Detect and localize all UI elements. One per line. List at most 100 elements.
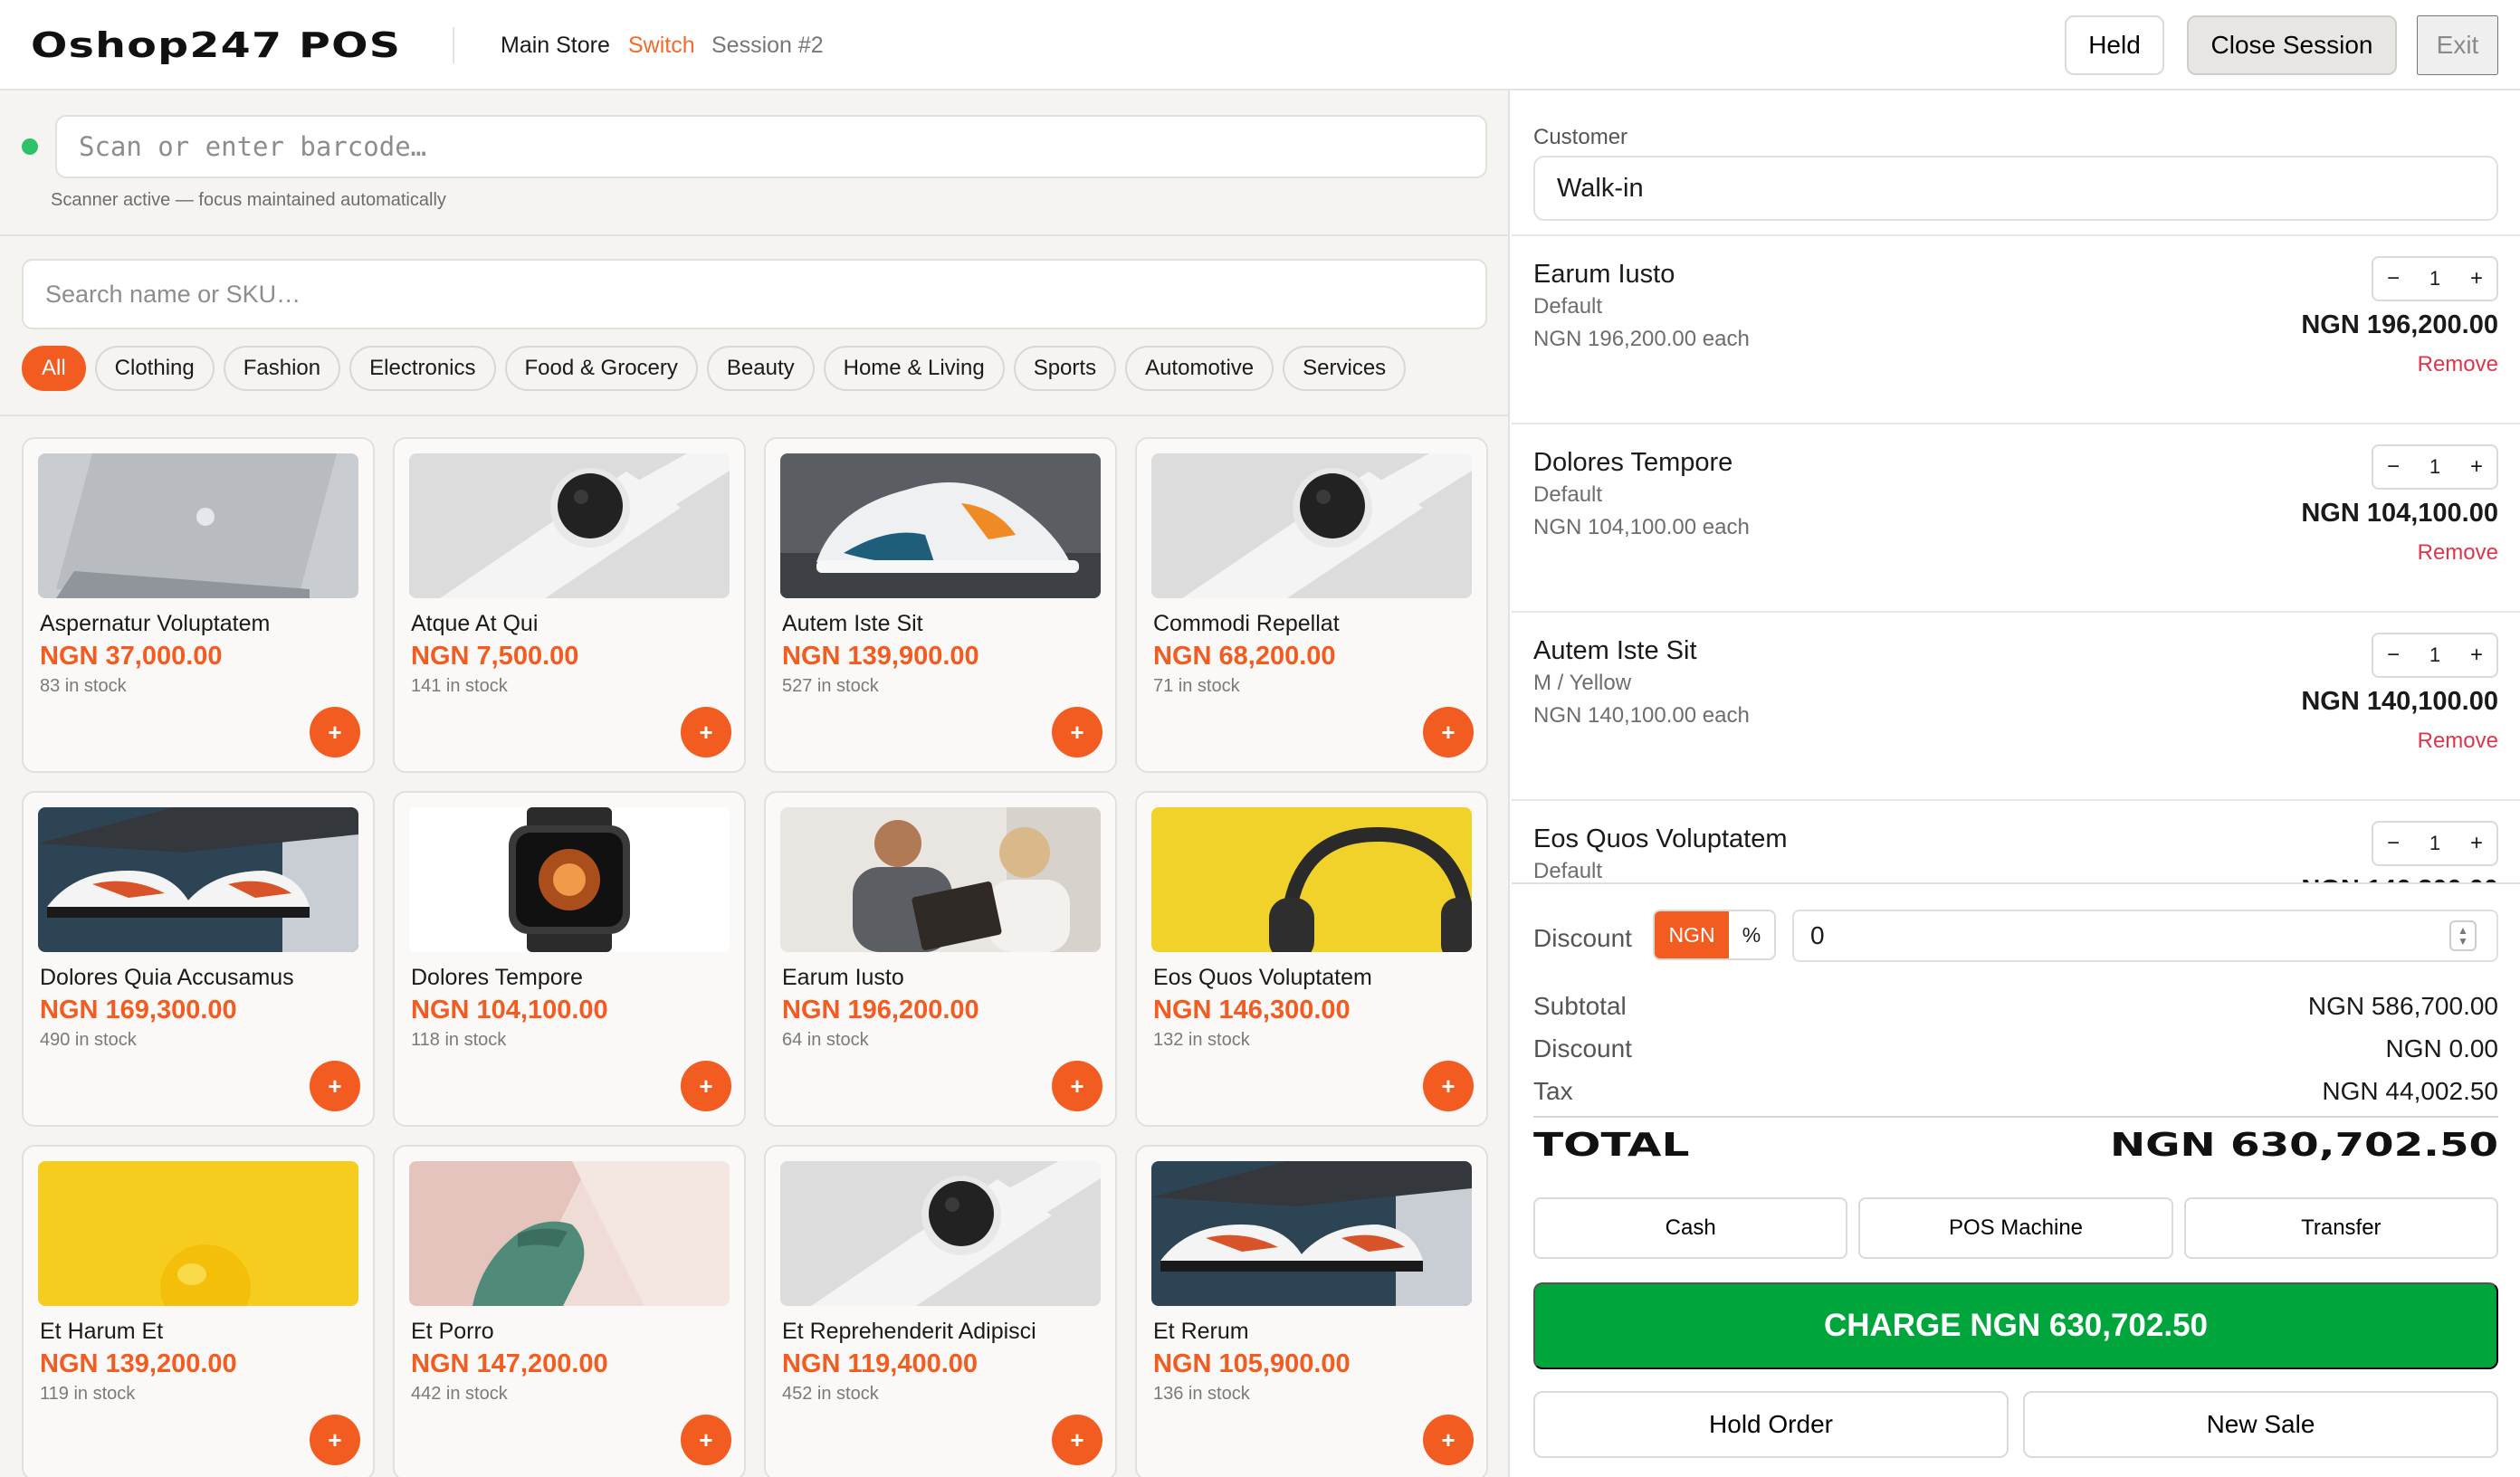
remove-item-button[interactable]: Remove xyxy=(2418,729,2498,754)
decrease-quantity-button[interactable]: − xyxy=(2373,446,2413,488)
add-to-cart-button[interactable]: + xyxy=(310,1061,360,1111)
product-card[interactable]: Dolores Quia Accusamus NGN 169,300.00 490 … xyxy=(22,791,375,1127)
product-search-input[interactable] xyxy=(22,259,1487,329)
add-to-cart-button[interactable]: + xyxy=(310,707,360,758)
product-panel: Scanner active — focus maintained automa… xyxy=(0,91,1510,1477)
plus-icon: + xyxy=(1070,1425,1084,1453)
subtotal-row: Subtotal NGN 586,700.00 xyxy=(1533,992,2498,1021)
add-to-cart-button[interactable]: + xyxy=(1423,707,1474,758)
category-chip-beauty[interactable]: Beauty xyxy=(706,346,815,391)
product-card[interactable]: Et Reprehenderit Adipisci NGN 119,400.00 4… xyxy=(764,1145,1117,1477)
close-session-button[interactable]: Close Session xyxy=(2187,15,2397,75)
barcode-input[interactable] xyxy=(55,115,1487,178)
plus-icon: + xyxy=(1070,1072,1084,1100)
increase-quantity-button[interactable]: + xyxy=(2457,634,2496,676)
held-orders-button[interactable]: Held xyxy=(2065,15,2164,75)
plus-icon: + xyxy=(328,718,342,746)
add-to-cart-button[interactable]: + xyxy=(1423,1415,1474,1465)
category-chip-home-living[interactable]: Home & Living xyxy=(823,346,1005,391)
discount-input[interactable] xyxy=(1792,910,2498,962)
add-to-cart-button[interactable]: + xyxy=(1052,707,1102,758)
discount-type-toggle: NGN % xyxy=(1653,910,1776,960)
discount-type-ngn[interactable]: NGN xyxy=(1655,911,1729,958)
product-card[interactable]: Earum Iusto NGN 196,200.00 64 in stock + xyxy=(764,791,1117,1127)
pay-cash-button[interactable]: Cash xyxy=(1533,1197,1848,1259)
product-stock: 141 in stock xyxy=(411,676,508,696)
product-card[interactable]: Eos Quos Voluptatem NGN 146,300.00 132 in … xyxy=(1135,791,1488,1127)
add-to-cart-button[interactable]: + xyxy=(681,1061,731,1111)
quantity-stepper: −1 + xyxy=(2372,256,2498,301)
pay-transfer-button[interactable]: Transfer xyxy=(2183,1197,2498,1259)
product-image xyxy=(38,453,358,598)
category-chip-electronics[interactable]: Electronics xyxy=(349,346,496,391)
cart-panel: Customer Earum Iusto Default NGN 196,200.0… xyxy=(1512,91,2520,1477)
product-card[interactable]: Aspernatur Voluptatem NGN 37,000.00 83 in … xyxy=(22,437,375,773)
add-to-cart-button[interactable]: + xyxy=(681,707,731,758)
quantity-value: 1 xyxy=(2429,832,2441,854)
category-chip-sports[interactable]: Sports xyxy=(1013,346,1117,391)
product-name: Eos Quos Voluptatem xyxy=(1153,965,1372,990)
product-card[interactable]: Dolores Tempore NGN 104,100.00 118 in stoc… xyxy=(393,791,746,1127)
product-image xyxy=(38,1161,358,1306)
product-name: Dolores Tempore xyxy=(411,965,583,990)
product-image xyxy=(1151,1161,1472,1306)
product-card[interactable]: Autem Iste Sit NGN 139,900.00 527 in stock… xyxy=(764,437,1117,773)
product-name: Dolores Quia Accusamus xyxy=(40,965,294,990)
add-to-cart-button[interactable]: + xyxy=(681,1415,731,1465)
quantity-stepper: −1 + xyxy=(2372,633,2498,678)
product-price: NGN 196,200.00 xyxy=(782,996,979,1024)
increase-quantity-button[interactable]: + xyxy=(2457,823,2496,864)
category-chip-automotive[interactable]: Automotive xyxy=(1125,346,1274,391)
increase-quantity-button[interactable]: + xyxy=(2457,258,2496,300)
switch-store-link[interactable]: Switch xyxy=(628,33,695,59)
product-card[interactable]: Atque At Qui NGN 7,500.00 141 in stock + xyxy=(393,437,746,773)
remove-item-button[interactable]: Remove xyxy=(2418,352,2498,377)
total-value: NGN 630,702.50 xyxy=(2109,1127,2498,1164)
add-to-cart-button[interactable]: + xyxy=(1052,1415,1102,1465)
customer-field[interactable] xyxy=(1533,156,2498,221)
product-image xyxy=(780,807,1101,952)
product-stock: 527 in stock xyxy=(782,676,879,696)
hold-order-button[interactable]: Hold Order xyxy=(1533,1391,2009,1458)
chevron-down-icon[interactable]: ▼ xyxy=(2458,936,2468,947)
product-card[interactable]: Et Harum Et NGN 139,200.00 119 in stock + xyxy=(22,1145,375,1477)
product-image xyxy=(409,453,730,598)
category-chip-food-grocery[interactable]: Food & Grocery xyxy=(504,346,698,391)
new-sale-button[interactable]: New Sale xyxy=(2023,1391,2498,1458)
category-chip-services[interactable]: Services xyxy=(1283,346,1407,391)
product-card[interactable]: Commodi Repellat NGN 68,200.00 71 in stock… xyxy=(1135,437,1488,773)
plus-icon: + xyxy=(328,1425,342,1453)
cart-item-unit-price: NGN 196,200.00 each xyxy=(1533,327,1750,351)
product-stock: 136 in stock xyxy=(1153,1384,1250,1404)
add-to-cart-button[interactable]: + xyxy=(1423,1061,1474,1111)
decrease-quantity-button[interactable]: − xyxy=(2373,634,2413,676)
decrease-quantity-button[interactable]: − xyxy=(2373,823,2413,864)
product-name: Earum Iusto xyxy=(782,965,904,990)
product-name: Aspernatur Voluptatem xyxy=(40,611,271,636)
plus-icon: + xyxy=(1441,718,1456,746)
remove-item-button[interactable]: Remove xyxy=(2418,540,2498,566)
add-to-cart-button[interactable]: + xyxy=(1052,1061,1102,1111)
discount-type-percent[interactable]: % xyxy=(1729,911,1774,958)
discount-spinner[interactable]: ▲ ▼ xyxy=(2449,920,2477,951)
decrease-quantity-button[interactable]: − xyxy=(2373,258,2413,300)
plus-icon: + xyxy=(328,1072,342,1100)
category-chip-all[interactable]: All xyxy=(22,346,86,391)
product-price: NGN 139,200.00 xyxy=(40,1349,237,1378)
increase-quantity-button[interactable]: + xyxy=(2457,446,2496,488)
product-card[interactable]: Et Rerum NGN 105,900.00 136 in stock + xyxy=(1135,1145,1488,1477)
category-chip-clothing[interactable]: Clothing xyxy=(94,346,215,391)
cart-item-variant: Default xyxy=(1533,859,1603,883)
cart-item-variant: Default xyxy=(1533,482,1603,507)
cart-item: Earum Iusto Default NGN 196,200.00 each −1 +… xyxy=(1512,236,2520,403)
category-chip-fashion[interactable]: Fashion xyxy=(223,346,341,391)
subtotal-label: Subtotal xyxy=(1533,992,1627,1020)
add-to-cart-button[interactable]: + xyxy=(310,1415,360,1465)
product-stock: 452 in stock xyxy=(782,1384,879,1404)
pay-pos-machine-button[interactable]: POS Machine xyxy=(1858,1197,2173,1259)
charge-button[interactable]: CHARGE NGN 630,702.50 xyxy=(1533,1282,2498,1369)
product-price: NGN 104,100.00 xyxy=(411,996,608,1024)
product-card[interactable]: Et Porro NGN 147,200.00 442 in stock + xyxy=(393,1145,746,1477)
exit-button[interactable]: Exit xyxy=(2417,15,2498,75)
order-actions: Hold Order New Sale xyxy=(1533,1391,2498,1458)
